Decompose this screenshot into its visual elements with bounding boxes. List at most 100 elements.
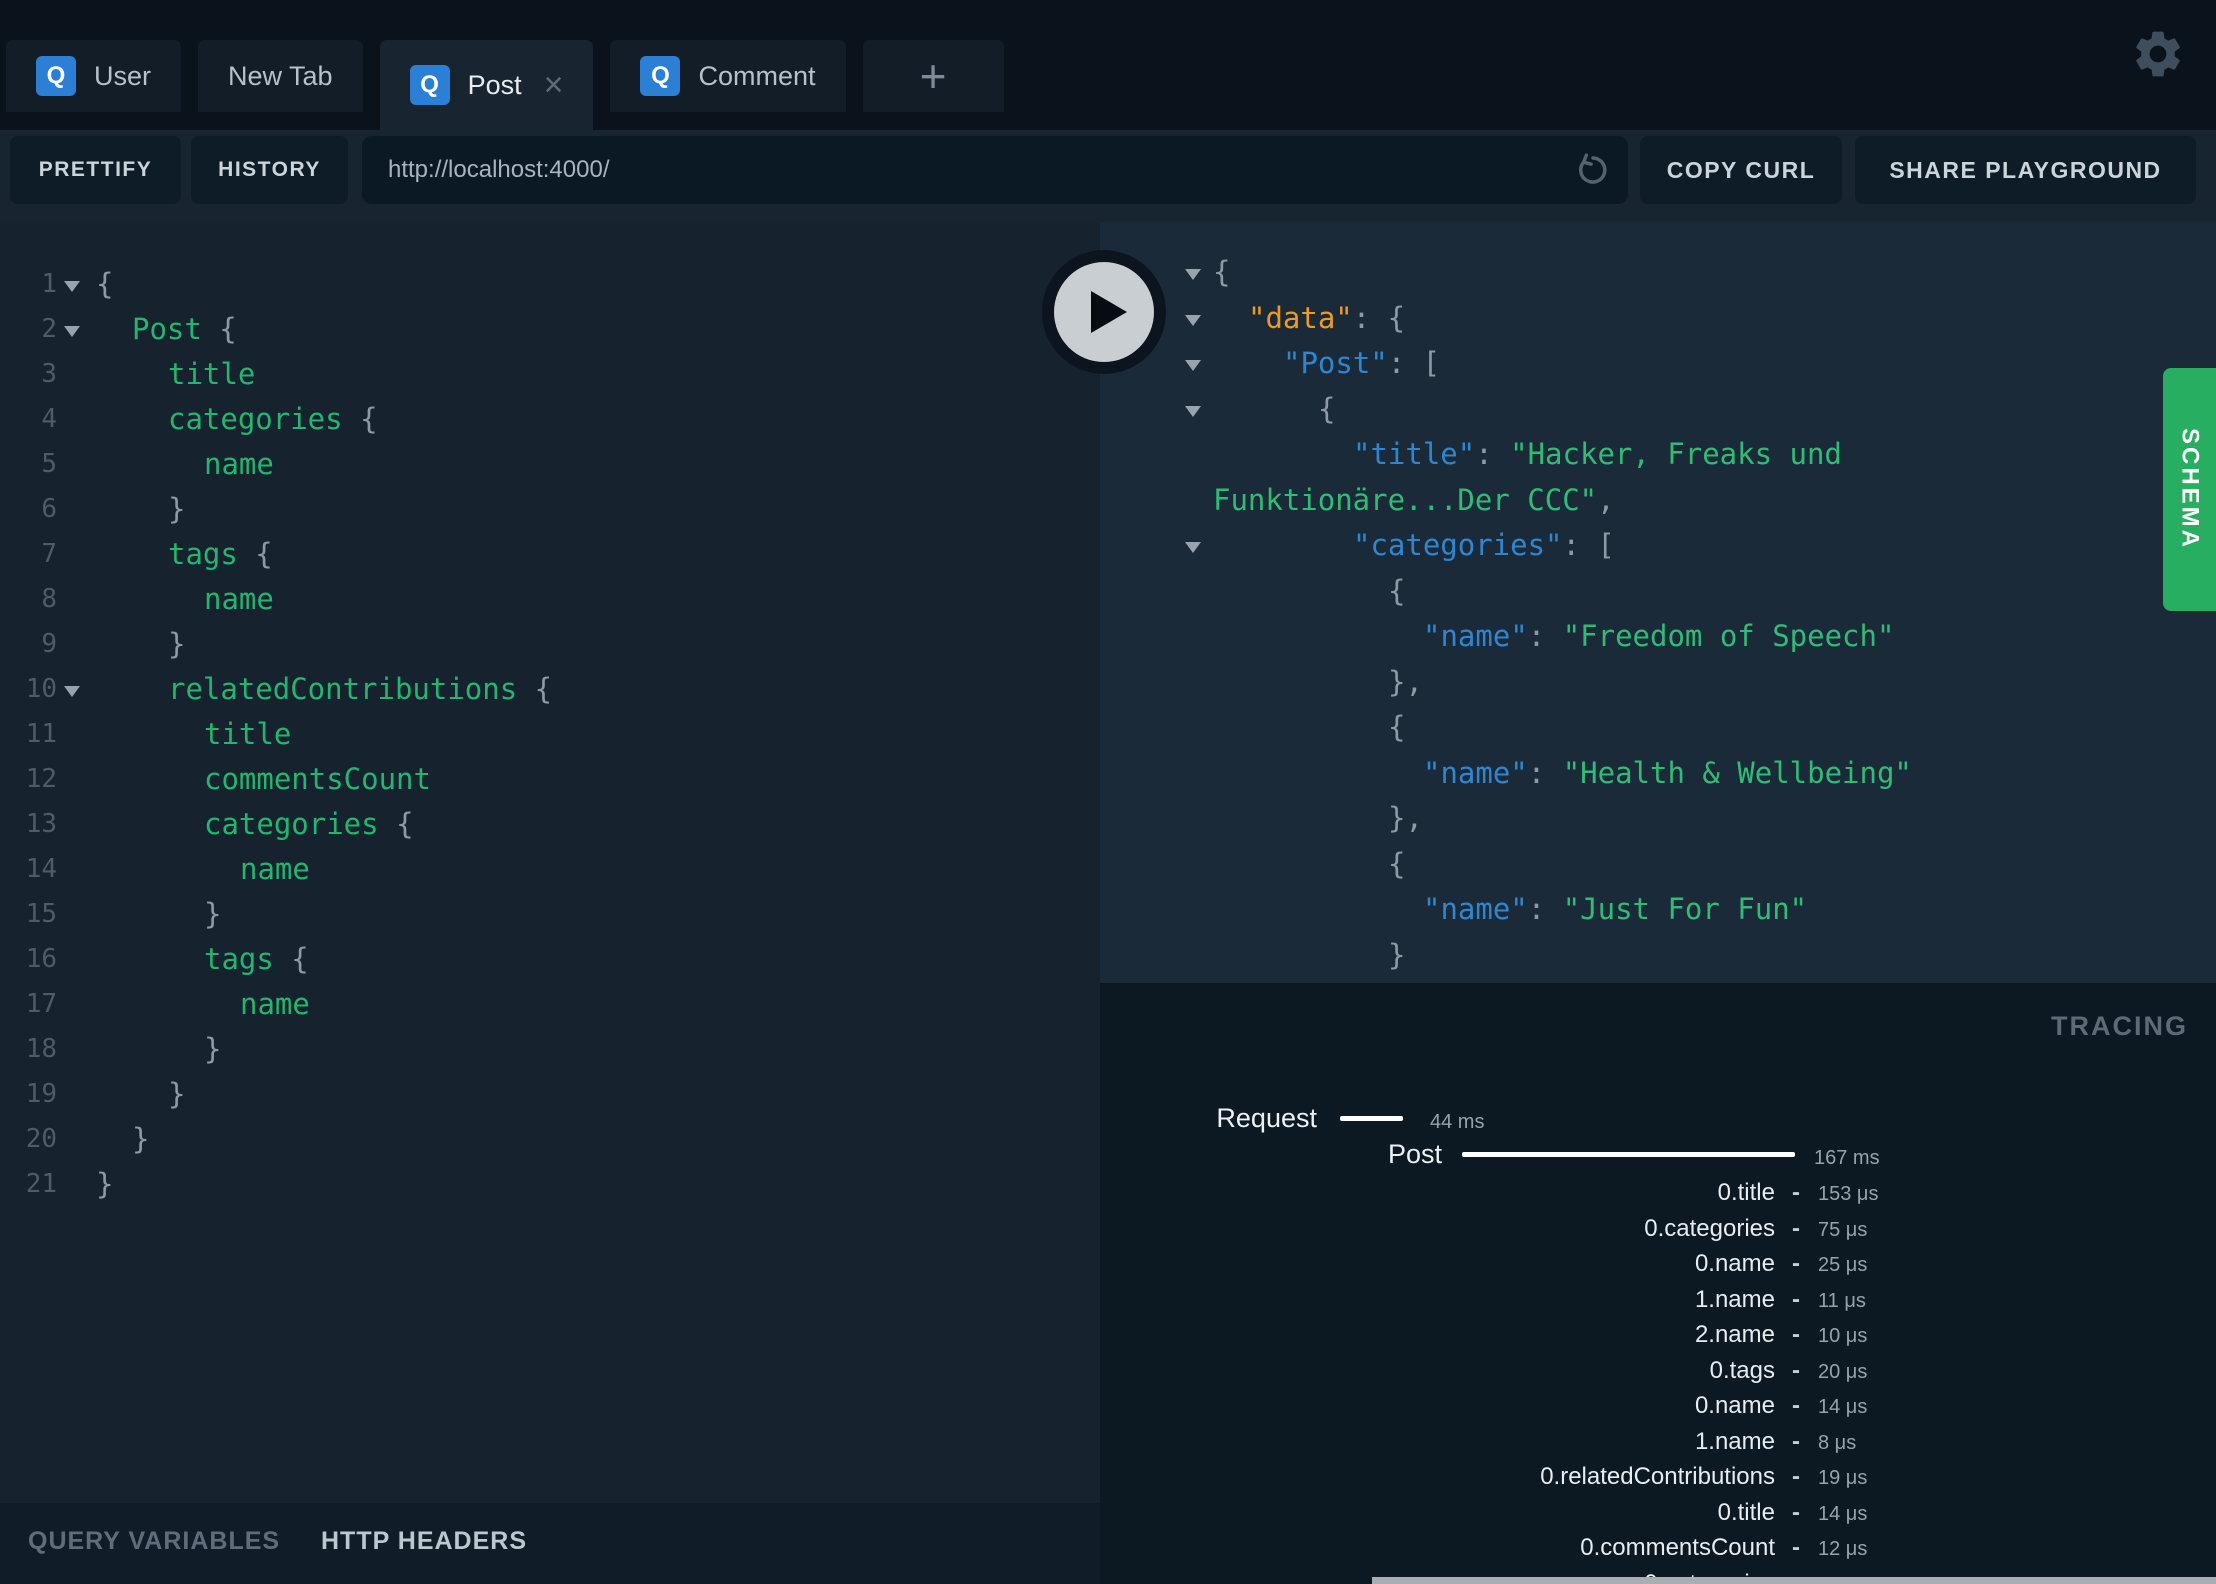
line-number: 2	[41, 314, 57, 344]
tab-new-tab[interactable]: New Tab	[198, 40, 363, 112]
trace-resolver-row: 0.title -14 μs	[1100, 1495, 2216, 1531]
trace-resolver-row: 0.title -153 μs	[1100, 1175, 2216, 1211]
code-token: "data"	[1248, 300, 1353, 335]
code-line[interactable]: 15}	[0, 892, 1100, 937]
code-token: {	[517, 672, 553, 706]
tab-label: New Tab	[228, 60, 333, 91]
fold-caret-icon[interactable]	[1185, 542, 1201, 553]
fold-caret-icon[interactable]	[64, 686, 80, 697]
code-token: name	[240, 852, 310, 886]
dash-separator: -	[1792, 1214, 1800, 1242]
code-line[interactable]: 8 name	[0, 577, 1100, 622]
code-line[interactable]: 5 name	[0, 442, 1100, 487]
code-line[interactable]: 2 Post {	[0, 307, 1100, 352]
resolver-label: 0.name	[1694, 1392, 1775, 1419]
trace-post-value: 167 ms	[1814, 1147, 1880, 1169]
code-token: :	[1475, 437, 1511, 471]
code-line[interactable]: 11 title	[0, 712, 1100, 757]
code-token: "categories"	[1353, 528, 1563, 562]
fold-caret-icon[interactable]	[1185, 269, 1201, 280]
code-token: }	[168, 1077, 186, 1111]
code-token: }	[132, 1122, 150, 1156]
trace-post-row: Post 167 ms	[1100, 1136, 2216, 1172]
fold-caret-icon[interactable]	[64, 281, 80, 292]
code-line: "name": "Freedom of Speech"	[1100, 614, 2216, 660]
tab-user[interactable]: Q User	[6, 40, 182, 112]
line-number: 12	[25, 764, 57, 794]
trace-request-row: Request 44 ms	[1100, 1100, 2216, 1136]
code-token: "name"	[1423, 892, 1528, 926]
resolver-label: 1.name	[1694, 1285, 1775, 1313]
code-token: : {	[1352, 300, 1406, 335]
resolver-label: 0.name	[1694, 1250, 1775, 1277]
code-line: }	[1100, 933, 2216, 979]
code-line[interactable]: 6}	[0, 487, 1100, 532]
schema-tab[interactable]: SCHEMA	[2163, 368, 2216, 611]
resolver-label: 0.title	[1717, 1179, 1775, 1206]
url-input[interactable]: http://localhost:4000/	[362, 136, 1628, 204]
code-token: categories	[204, 807, 379, 841]
line-number: 16	[25, 944, 57, 974]
resolver-duration: 12 μs	[1818, 1538, 1868, 1560]
code-line[interactable]: 10 relatedContributions {	[0, 667, 1100, 712]
code-token: title	[204, 717, 292, 751]
code-token: }	[204, 897, 222, 931]
tab-post[interactable]: Q Post ×	[379, 40, 594, 130]
code-line[interactable]: 18}	[0, 1027, 1100, 1072]
code-token: Post	[132, 312, 202, 346]
code-line[interactable]: 16 tags {	[0, 937, 1100, 982]
code-line[interactable]: 7 tags {	[0, 532, 1100, 577]
code-line[interactable]: 13 categories {	[0, 802, 1100, 847]
tab-comment[interactable]: Q Comment	[610, 40, 846, 112]
code-line[interactable]: 1{	[0, 262, 1100, 307]
execute-button[interactable]	[1042, 250, 1166, 374]
prettify-button[interactable]: PRETTIFY	[10, 136, 181, 204]
query-editor[interactable]: 1{2 Post {3 title 4 categories {5 name 6} 7 tags…	[0, 222, 1100, 1503]
code-line[interactable]: 21}	[0, 1162, 1100, 1207]
settings-gear-icon[interactable]	[2130, 26, 2186, 82]
line-number: 11	[25, 719, 57, 749]
code-line[interactable]: 12 commentsCount	[0, 757, 1100, 802]
code-token: : [	[1387, 346, 1441, 380]
new-tab-button[interactable]: +	[862, 40, 1004, 112]
line-number: 3	[41, 359, 57, 389]
copy-curl-button[interactable]: COPY CURL	[1640, 136, 1842, 204]
code-line[interactable]: 3 title	[0, 352, 1100, 397]
code-line[interactable]: 4 categories {	[0, 397, 1100, 442]
code-token: "title"	[1353, 437, 1476, 471]
code-line: "name": "Health & Wellbeing"	[1100, 751, 2216, 797]
graphql-playground-window: Q User New Tab Q Post × Q Comment + PRETTIFY HI…	[0, 0, 2216, 1584]
code-line[interactable]: 20}	[0, 1117, 1100, 1162]
code-token: "name"	[1423, 619, 1528, 653]
code-line: },	[1100, 660, 2216, 706]
code-line[interactable]: 17 name	[0, 982, 1100, 1027]
line-number: 4	[41, 404, 57, 434]
tracing-panel: TRACING Request 44 ms Post 167 ms 0.titl…	[1100, 983, 2216, 1584]
http-headers-tab[interactable]: HTTP HEADERS	[321, 1527, 527, 1556]
code-token: name	[204, 447, 274, 481]
share-playground-button[interactable]: SHARE PLAYGROUND	[1855, 136, 2196, 204]
code-line[interactable]: 9}	[0, 622, 1100, 667]
fold-caret-icon[interactable]	[1185, 405, 1201, 417]
horizontal-scrollbar[interactable]	[1372, 1577, 2216, 1584]
fold-caret-icon[interactable]	[1185, 360, 1201, 371]
code-line[interactable]: 14 name	[0, 847, 1100, 892]
code-token: tags	[168, 537, 238, 571]
close-tab-icon[interactable]: ×	[544, 68, 564, 102]
dash-separator: -	[1792, 1392, 1800, 1419]
query-variables-tab[interactable]: QUERY VARIABLES	[28, 1527, 280, 1556]
history-button[interactable]: HISTORY	[191, 136, 348, 204]
reload-icon[interactable]	[1574, 151, 1612, 189]
code-line[interactable]: 19}	[0, 1072, 1100, 1117]
trace-resolver-row: 0.name -25 μs	[1100, 1246, 2216, 1282]
post-trace-bar	[1462, 1152, 1795, 1157]
resolver-label: 2.name	[1694, 1321, 1775, 1348]
resolver-duration: 10 μs	[1818, 1325, 1868, 1347]
fold-caret-icon[interactable]	[64, 326, 80, 337]
fold-caret-icon[interactable]	[1185, 314, 1201, 326]
resolver-label: 1.name	[1694, 1427, 1775, 1455]
code-token: {	[273, 942, 309, 976]
trace-resolver-row: 1.name -11 μs	[1100, 1282, 2216, 1318]
code-token: {	[1388, 573, 1406, 608]
dash-separator: -	[1792, 1463, 1800, 1490]
